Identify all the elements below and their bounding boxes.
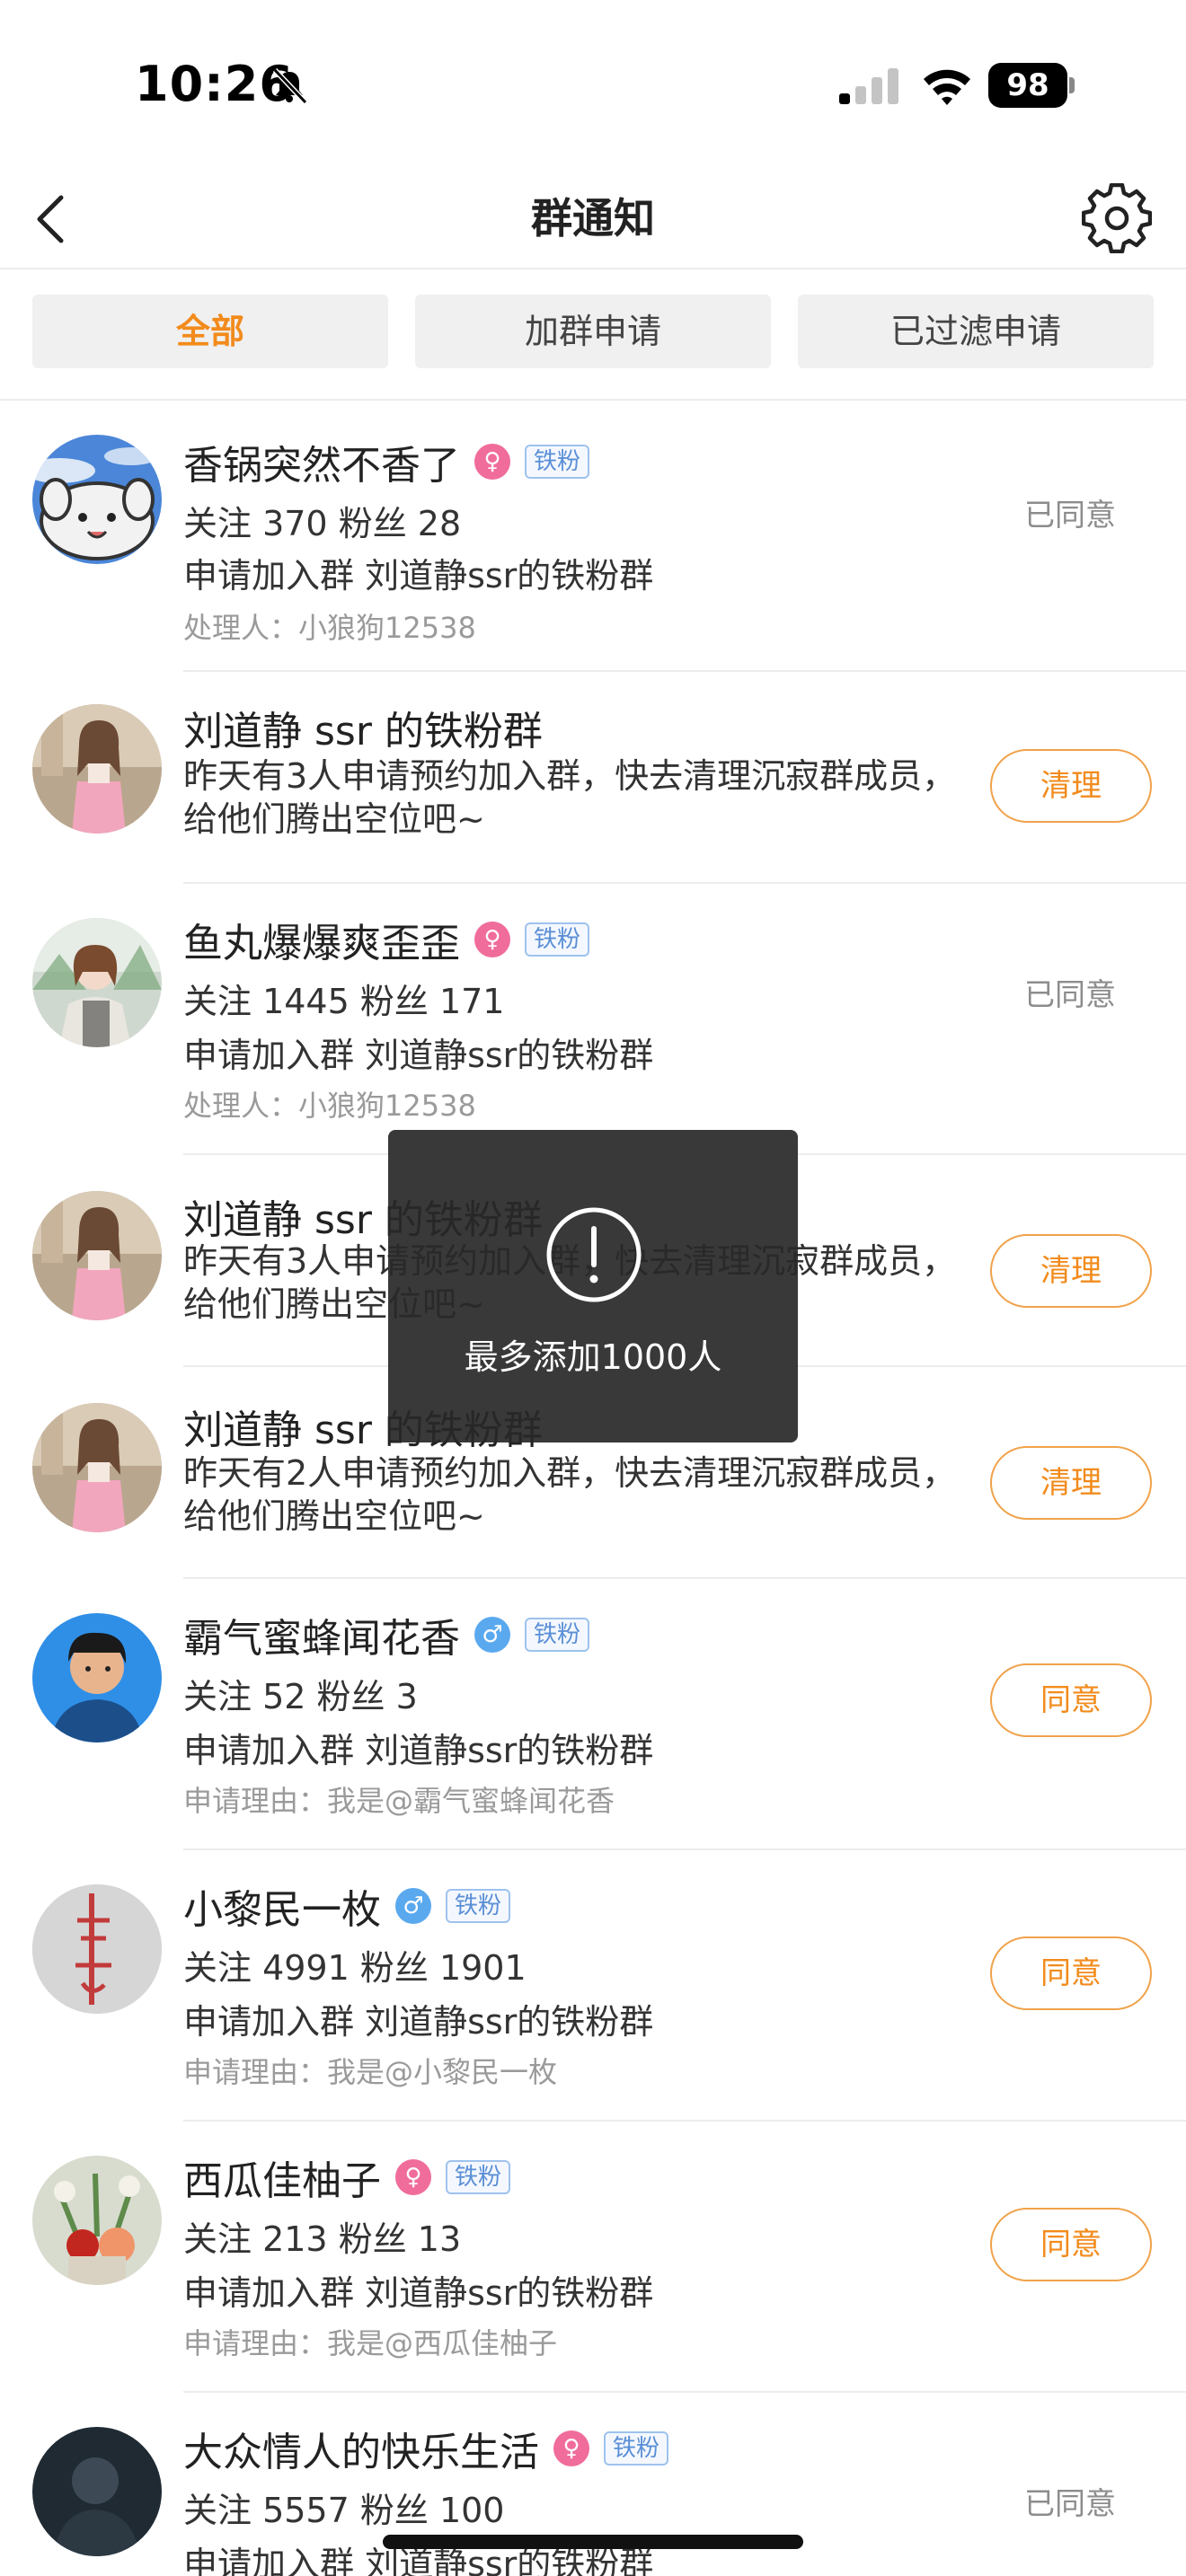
approve-button[interactable]: 同意 (990, 1663, 1152, 1737)
user-stats: 关注 52 粉丝 3 (183, 1677, 418, 1716)
home-indicator[interactable] (383, 2535, 803, 2549)
list-item[interactable]: 鱼丸爆爆爽歪歪 ♀ 铁粉 关注 1445 粉丝 171 申请加入群 刘道静ssr… (0, 884, 1186, 1155)
fan-badge: 铁粉 (446, 1889, 511, 1923)
application-reason: 申请理由：我是@西瓜佳柚子 (183, 2326, 558, 2360)
status-label: 已同意 (1024, 977, 1116, 1013)
status-label: 已同意 (1024, 498, 1116, 534)
user-stats: 关注 1445 粉丝 171 (183, 982, 505, 1021)
male-icon: ♂ (395, 1888, 431, 1924)
status-label: 已同意 (1024, 2486, 1116, 2522)
tab-all[interactable]: 全部 (32, 295, 388, 368)
list-item[interactable]: 霸气蜜蜂闻花香 ♂ 铁粉 关注 52 粉丝 3 申请加入群 刘道静ssr的铁粉群… (0, 1579, 1186, 1850)
exclamation-icon (546, 1207, 642, 1302)
cleanup-message: 昨天有3人申请预约加入群，快去清理沉寂群成员，给他们腾出空位吧~ (183, 756, 957, 839)
tab-join-requests[interactable]: 加群申请 (415, 295, 771, 368)
avatar[interactable] (32, 2156, 162, 2285)
cleanup-button[interactable]: 清理 (990, 749, 1152, 823)
avatar[interactable] (32, 1613, 162, 1742)
user-stats: 关注 370 粉丝 28 (183, 504, 462, 543)
application-reason: 申请理由：我是@霸气蜜蜂闻花香 (183, 1784, 615, 1818)
status-bar: 10:26 98 (0, 0, 1186, 171)
handler-note: 处理人：小狼狗12538 (183, 1089, 476, 1123)
request-message: 申请加入群 刘道静ssr的铁粉群 (183, 1731, 654, 1770)
handler-note: 处理人：小狼狗12538 (183, 611, 476, 645)
tab-filtered-requests[interactable]: 已过滤申请 (798, 295, 1154, 368)
user-name[interactable]: 香锅突然不香了 (183, 433, 460, 490)
approve-button[interactable]: 同意 (990, 2208, 1152, 2281)
female-icon: ♀ (395, 2159, 431, 2195)
avatar[interactable] (32, 2427, 162, 2556)
page-title: 群通知 (531, 194, 655, 243)
list-item[interactable]: 刘道静 ssr 的铁粉群 昨天有3人申请预约加入群，快去清理沉寂群成员，给他们腾… (0, 672, 1186, 884)
user-stats: 关注 5557 粉丝 100 (183, 2491, 505, 2530)
fan-badge: 铁粉 (446, 2160, 511, 2194)
female-icon: ♀ (474, 922, 510, 957)
list-item[interactable]: 香锅突然不香了 ♀ 铁粉 关注 370 粉丝 28 申请加入群 刘道静ssr的铁… (0, 401, 1186, 672)
avatar[interactable] (32, 918, 162, 1047)
request-message: 申请加入群 刘道静ssr的铁粉群 (183, 1036, 654, 1075)
avatar[interactable] (32, 435, 162, 564)
battery-icon: 98 (988, 63, 1075, 108)
cleanup-button[interactable]: 清理 (990, 1446, 1152, 1520)
fan-badge: 铁粉 (525, 1618, 590, 1652)
user-name[interactable]: 西瓜佳柚子 (183, 2148, 381, 2206)
avatar[interactable] (32, 1403, 162, 1532)
group-name[interactable]: 刘道静 ssr 的铁粉群 (183, 699, 543, 756)
avatar[interactable] (32, 1191, 162, 1320)
gear-icon[interactable] (1082, 183, 1152, 253)
avatar[interactable] (32, 1884, 162, 2014)
user-name[interactable]: 鱼丸爆爆爽歪歪 (183, 911, 460, 968)
request-message: 申请加入群 刘道静ssr的铁粉群 (183, 2273, 654, 2313)
nav-bar: 群通知 (0, 171, 1186, 269)
bell-muted-icon (272, 67, 308, 105)
filter-tabs: 全部 加群申请 已过滤申请 (0, 271, 1186, 401)
fan-badge: 铁粉 (604, 2431, 669, 2466)
battery-level: 98 (988, 63, 1067, 108)
cellular-signal-icon (839, 68, 898, 104)
application-reason: 申请理由：我是@小黎民一枚 (183, 2055, 558, 2089)
list-item[interactable]: 小黎民一枚 ♂ 铁粉 关注 4991 粉丝 1901 申请加入群 刘道静ssr的… (0, 1850, 1186, 2122)
wifi-icon (924, 69, 970, 105)
user-name[interactable]: 大众情人的快乐生活 (183, 2420, 539, 2477)
toast-message: 最多添加1000人 (388, 1130, 798, 1442)
cleanup-button[interactable]: 清理 (990, 1234, 1152, 1308)
female-icon: ♀ (474, 444, 510, 480)
male-icon: ♂ (474, 1617, 510, 1653)
fan-badge: 铁粉 (525, 922, 590, 957)
request-message: 申请加入群 刘道静ssr的铁粉群 (183, 2002, 654, 2042)
fan-badge: 铁粉 (525, 445, 590, 479)
user-name[interactable]: 小黎民一枚 (183, 1877, 381, 1935)
approve-button[interactable]: 同意 (990, 1936, 1152, 2010)
toast-text: 最多添加1000人 (464, 1337, 722, 1377)
list-item[interactable]: 西瓜佳柚子 ♀ 铁粉 关注 213 粉丝 13 申请加入群 刘道静ssr的铁粉群… (0, 2122, 1186, 2393)
request-message: 申请加入群 刘道静ssr的铁粉群 (183, 556, 654, 595)
user-name[interactable]: 霸气蜜蜂闻花香 (183, 1606, 460, 1663)
female-icon: ♀ (553, 2430, 589, 2466)
user-stats: 关注 213 粉丝 13 (183, 2219, 462, 2259)
user-stats: 关注 4991 粉丝 1901 (183, 1948, 527, 1988)
cleanup-message: 昨天有2人申请预约加入群，快去清理沉寂群成员，给他们腾出空位吧~ (183, 1453, 957, 1536)
avatar[interactable] (32, 704, 162, 834)
